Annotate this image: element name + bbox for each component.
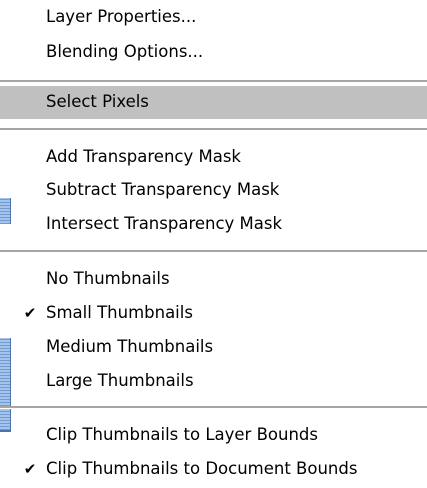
menu-item-clip-thumbnails-document-bounds[interactable]: ✔ Clip Thumbnails to Document Bounds <box>0 453 427 485</box>
menu-item-label: Layer Properties... <box>46 7 197 26</box>
menu-item-no-thumbnails[interactable]: No Thumbnails <box>0 263 427 295</box>
menu-item-label: Select Pixels <box>46 92 149 111</box>
menu-item-subtract-transparency-mask[interactable]: Subtract Transparency Mask <box>0 174 427 206</box>
menu-item-large-thumbnails[interactable]: Large Thumbnails <box>0 365 427 397</box>
menu-item-label: Clip Thumbnails to Layer Bounds <box>46 425 318 444</box>
menu-item-blending-options[interactable]: Blending Options... <box>0 36 427 68</box>
context-menu: Layer Properties... Blending Options... … <box>0 0 427 488</box>
menu-separator <box>0 250 427 253</box>
checkmark-icon: ✔ <box>23 460 37 478</box>
menu-item-label: No Thumbnails <box>46 269 170 288</box>
menu-item-label: Clip Thumbnails to Document Bounds <box>46 459 358 478</box>
menu-item-label: Intersect Transparency Mask <box>46 214 283 233</box>
menu-separator <box>0 80 427 83</box>
menu-item-label: Small Thumbnails <box>46 303 193 322</box>
menu-item-medium-thumbnails[interactable]: Medium Thumbnails <box>0 331 427 363</box>
menu-item-label: Blending Options... <box>46 42 204 61</box>
menu-separator <box>0 406 427 409</box>
menu-separator <box>0 128 427 131</box>
menu-item-layer-properties[interactable]: Layer Properties... <box>0 1 427 33</box>
menu-item-select-pixels[interactable]: Select Pixels <box>0 86 427 119</box>
menu-item-label: Large Thumbnails <box>46 371 194 390</box>
menu-item-clip-thumbnails-layer-bounds[interactable]: Clip Thumbnails to Layer Bounds <box>0 419 427 451</box>
menu-item-intersect-transparency-mask[interactable]: Intersect Transparency Mask <box>0 208 427 240</box>
menu-item-add-transparency-mask[interactable]: Add Transparency Mask <box>0 141 427 173</box>
menu-item-label: Medium Thumbnails <box>46 337 214 356</box>
menu-item-label: Add Transparency Mask <box>46 147 241 166</box>
menu-item-small-thumbnails[interactable]: ✔ Small Thumbnails <box>0 297 427 329</box>
checkmark-icon: ✔ <box>23 304 37 322</box>
menu-item-label: Subtract Transparency Mask <box>46 180 280 199</box>
